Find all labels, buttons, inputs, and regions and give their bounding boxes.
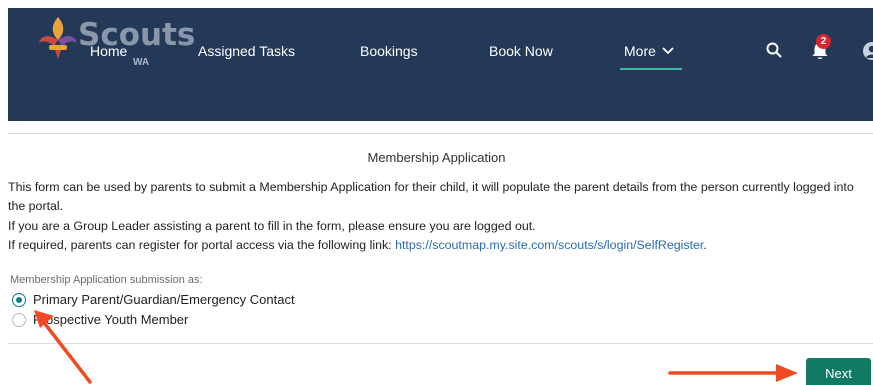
user-icon [866, 45, 873, 58]
annotation-arrow-icon [668, 364, 798, 382]
nav-assigned-tasks[interactable]: Assigned Tasks [198, 43, 295, 59]
self-register-link[interactable]: https://scoutmap.my.site.com/scouts/s/lo… [395, 238, 703, 252]
nav-bookings[interactable]: Bookings [360, 43, 418, 59]
footer-divider [8, 343, 873, 344]
group-leader-note: If you are a Group Leader assisting a pa… [8, 219, 536, 233]
active-nav-underline [620, 68, 682, 70]
cropped-caption-text [0, 0, 873, 8]
notification-badge: 2 [816, 34, 831, 49]
radio-option-primary-parent[interactable]: Primary Parent/Guardian/Emergency Contac… [12, 292, 295, 307]
header-divider [8, 133, 873, 134]
top-navbar: Scouts WA Home Assigned Tasks Bookings B… [8, 8, 873, 121]
radio-button-checked[interactable] [12, 292, 26, 307]
nav-home[interactable]: Home [90, 43, 127, 59]
register-note-text: If required, parents can register for po… [8, 238, 396, 252]
intro-paragraph: This form can be used by parents to subm… [8, 180, 854, 213]
submission-type-label: Membership Application submission as: [10, 274, 203, 286]
next-button[interactable]: Next [806, 358, 871, 385]
register-note: If required, parents can register for po… [8, 236, 870, 255]
register-note-suffix: . [703, 238, 707, 252]
annotation-arrow-icon [34, 310, 92, 384]
nav-more-label: More [624, 43, 656, 59]
logo-region: WA [133, 57, 150, 68]
radio-button-unchecked[interactable] [12, 312, 26, 327]
nav-book-now[interactable]: Book Now [489, 43, 553, 59]
nav-more[interactable]: More [624, 43, 674, 59]
radio-label-primary-parent: Primary Parent/Guardian/Emergency Contac… [33, 292, 295, 307]
fleur-de-lis-icon [39, 17, 77, 59]
chevron-down-icon [662, 47, 674, 55]
user-avatar[interactable] [863, 42, 873, 60]
search-icon[interactable] [766, 42, 782, 58]
form-title: Membership Application [367, 150, 506, 165]
